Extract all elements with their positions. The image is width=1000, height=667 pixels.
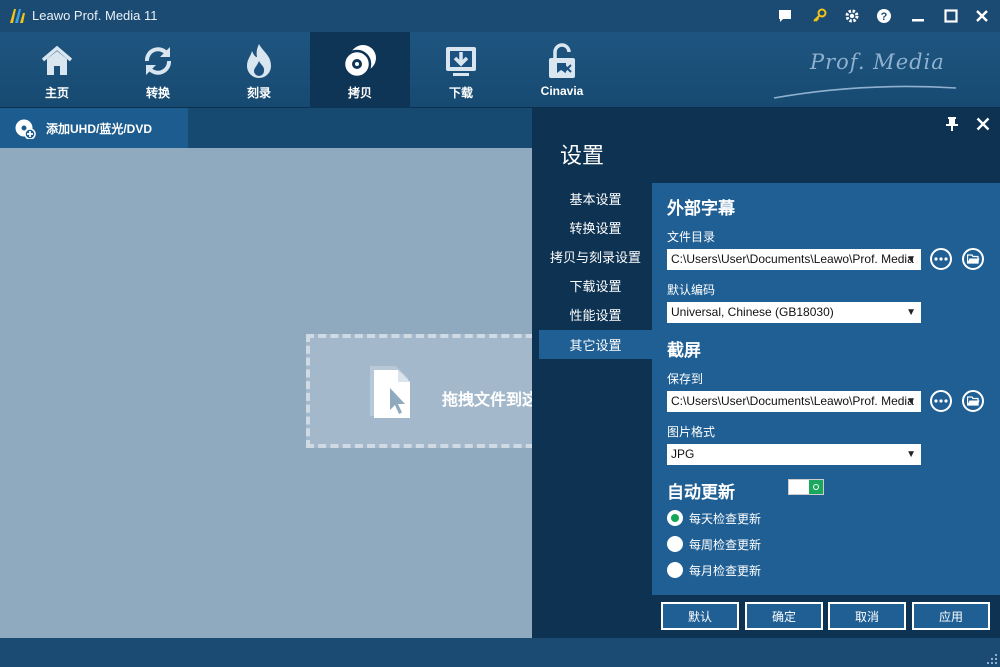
download-icon (442, 42, 480, 80)
settings-tab-convert[interactable]: 转换设置 (539, 213, 652, 242)
settings-tab-download[interactable]: 下载设置 (539, 271, 652, 300)
update-weekly-label: 每周检查更新 (689, 537, 762, 552)
folder-icon (966, 396, 979, 406)
update-monthly-radio[interactable]: 每月检查更新 (667, 561, 761, 579)
maximize-icon[interactable] (941, 6, 961, 26)
svg-text:?: ? (881, 11, 888, 23)
main-toolbar: 主页 转换 刻录 拷贝 下载 Cinavia Prof. Media (0, 32, 1000, 108)
radio-checked-icon (667, 510, 683, 526)
image-format-select[interactable]: JPG ▼ (667, 444, 921, 465)
ok-button[interactable]: 确定 (745, 602, 823, 630)
nav-download-label: 下载 (448, 86, 473, 100)
nav-burn-label: 刻录 (246, 86, 271, 100)
chevron-down-icon: ▼ (906, 307, 916, 318)
encoding-select[interactable]: Universal, Chinese (GB18030) ▼ (667, 302, 921, 323)
settings-tab-basic[interactable]: 基本设置 (539, 184, 652, 213)
nav-cinavia[interactable]: Cinavia (512, 32, 612, 108)
update-daily-label: 每天检查更新 (689, 511, 762, 526)
more-icon (934, 399, 948, 403)
nav-burn[interactable]: 刻录 (209, 32, 309, 108)
folder-icon (966, 254, 979, 264)
nav-home-label: 主页 (44, 86, 69, 100)
apply-button[interactable]: 应用 (912, 602, 990, 630)
settings-tab-copy-burn[interactable]: 拷贝与刻录设置 (539, 242, 652, 271)
home-icon (38, 42, 76, 80)
drop-hint-text: 拖拽文件到这 (442, 392, 539, 409)
encoding-value: Universal, Chinese (GB18030) (671, 305, 834, 319)
settings-tab-performance[interactable]: 性能设置 (539, 300, 652, 329)
brand-text: Prof. Media (810, 50, 945, 74)
drop-workspace[interactable]: 拖拽文件到这 (0, 148, 546, 638)
subtitle-dir-value: C:\Users\User\Documents\Leawo\Prof. Medi… (671, 252, 914, 266)
settings-title: 设置 (560, 143, 605, 168)
minimize-icon[interactable] (908, 6, 928, 26)
more-icon (934, 257, 948, 261)
close-icon[interactable] (972, 6, 992, 26)
drop-zone[interactable]: 拖拽文件到这 (306, 334, 546, 448)
gear-icon[interactable] (842, 6, 862, 26)
message-icon[interactable] (775, 6, 795, 26)
subtitle-dir-label: 文件目录 (667, 230, 716, 244)
status-bar (0, 638, 1000, 667)
copy-disc-icon (341, 42, 379, 80)
brand-logo: Prof. Media (770, 42, 970, 102)
settings-content: 外部字幕 文件目录 C:\Users\User\Documents\Leawo\… (652, 183, 1000, 595)
title-bar: Leawo Prof. Media 11 ? (0, 0, 1000, 32)
key-icon[interactable] (810, 6, 830, 26)
radio-unchecked-icon (667, 536, 683, 552)
screenshot-heading: 截屏 (667, 341, 701, 360)
subtitle-dir-more-button[interactable] (930, 248, 952, 270)
add-disc-label: 添加UHD/蓝光/DVD (46, 121, 153, 136)
nav-copy[interactable]: 拷贝 (310, 32, 410, 108)
radio-unchecked-icon (667, 562, 683, 578)
screenshot-save-field[interactable]: C:\Users\User\Documents\Leawo\Prof. Medi… (667, 391, 921, 412)
subtitle-dir-field[interactable]: C:\Users\User\Documents\Leawo\Prof. Medi… (667, 249, 921, 270)
auto-update-toggle[interactable] (788, 479, 824, 495)
encoding-label: 默认编码 (667, 283, 716, 297)
screenshot-save-label: 保存到 (667, 372, 704, 386)
settings-tab-other[interactable]: 其它设置 (539, 330, 652, 359)
close-settings-icon[interactable] (973, 114, 993, 134)
chevron-down-icon: ▼ (906, 254, 916, 265)
chevron-down-icon: ▼ (906, 449, 916, 460)
drag-file-icon (370, 366, 410, 418)
default-button[interactable]: 默认 (661, 602, 739, 630)
image-format-value: JPG (671, 447, 695, 461)
pin-icon[interactable] (942, 114, 962, 134)
add-disc-button[interactable]: 添加UHD/蓝光/DVD (0, 108, 188, 148)
app-logo-icon (10, 9, 25, 23)
brand-swoosh-icon (773, 85, 957, 99)
screenshot-save-open-button[interactable] (962, 390, 984, 412)
image-format-label: 图片格式 (667, 425, 716, 439)
add-disc-icon (15, 119, 36, 139)
screenshot-save-more-button[interactable] (930, 390, 952, 412)
nav-convert-label: 转换 (145, 86, 170, 100)
chevron-down-icon: ▼ (906, 396, 916, 407)
cinavia-unlock-icon (543, 42, 581, 80)
toggle-knob (809, 480, 823, 494)
update-daily-radio[interactable]: 每天检查更新 (667, 509, 761, 527)
resize-grip-icon[interactable] (986, 653, 998, 665)
update-weekly-radio[interactable]: 每周检查更新 (667, 535, 761, 553)
source-bar: 添加UHD/蓝光/DVD (0, 108, 532, 148)
nav-convert[interactable]: 转换 (108, 32, 208, 108)
convert-icon (139, 42, 177, 80)
help-icon[interactable]: ? (874, 6, 894, 26)
nav-cinavia-label: Cinavia (540, 84, 584, 98)
external-subtitles-heading: 外部字幕 (667, 199, 735, 218)
update-monthly-label: 每月检查更新 (689, 563, 762, 578)
burn-icon (240, 42, 278, 80)
subtitle-dir-open-button[interactable] (962, 248, 984, 270)
settings-panel: 设置 基本设置 转换设置 拷贝与刻录设置 下载设置 性能设置 其它设置 外部字幕… (532, 108, 1000, 638)
nav-home[interactable]: 主页 (7, 32, 107, 108)
nav-download[interactable]: 下载 (411, 32, 511, 108)
cancel-button[interactable]: 取消 (828, 602, 906, 630)
window-title: Leawo Prof. Media 11 (32, 8, 158, 23)
screenshot-save-value: C:\Users\User\Documents\Leawo\Prof. Medi… (671, 394, 914, 408)
nav-copy-label: 拷贝 (347, 86, 372, 100)
auto-update-heading: 自动更新 (667, 483, 735, 502)
